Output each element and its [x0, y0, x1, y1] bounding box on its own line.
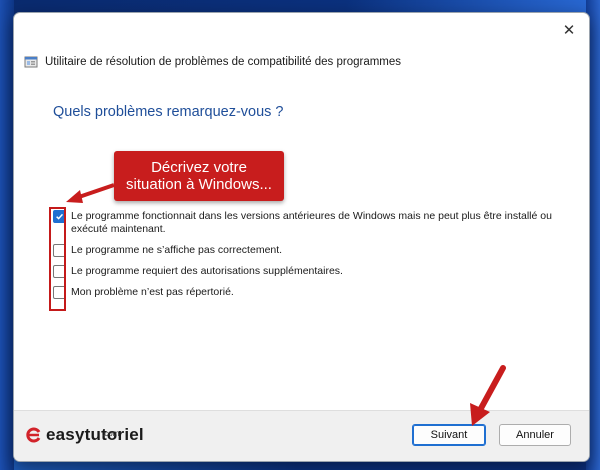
window-title: Utilitaire de résolution de problèmes de…: [45, 56, 402, 68]
easytutoriel-logo: easytutoriel: [24, 425, 144, 445]
logo-e-icon: [26, 427, 41, 443]
brand-domain: .com: [102, 429, 120, 438]
wallpaper-left: [0, 0, 14, 470]
option-label: Le programme ne s’affiche pas correcteme…: [71, 244, 283, 256]
close-button[interactable]: ✕: [555, 19, 583, 41]
brand-name: easytutoriel: [46, 425, 144, 444]
troubleshooter-app-icon: [24, 56, 38, 68]
page-heading: Quels problèmes remarquez-vous ?: [53, 104, 284, 120]
option-label: Mon problème n’est pas répertorié.: [71, 286, 234, 298]
dialog-footer: easytutoriel .com Suivant Annuler: [14, 410, 589, 461]
callout-line-1: Décrivez votre: [151, 159, 247, 176]
option-label: Le programme requiert des autorisations …: [71, 265, 343, 277]
annotation-callout: Décrivez votre situation à Windows...: [114, 151, 284, 201]
close-icon: ✕: [562, 22, 576, 39]
callout-line-2: situation à Windows...: [126, 176, 272, 193]
next-button[interactable]: Suivant: [412, 424, 486, 446]
checkbox-highlight-box: [49, 207, 66, 311]
title-row: Utilitaire de résolution de problèmes de…: [24, 55, 401, 69]
option-label: Le programme fonctionnait dans les versi…: [71, 210, 552, 235]
option-not-listed[interactable]: Mon problème n’est pas répertorié.: [53, 286, 573, 299]
option-permissions[interactable]: Le programme requiert des autorisations …: [53, 265, 573, 278]
option-display[interactable]: Le programme ne s’affiche pas correcteme…: [53, 244, 573, 257]
option-previous-windows[interactable]: Le programme fonctionnait dans les versi…: [53, 210, 573, 236]
cancel-button[interactable]: Annuler: [499, 424, 571, 446]
troubleshooter-window: ✕ Utilitaire de résolution de problèmes …: [13, 12, 590, 462]
problem-options-list: Le programme fonctionnait dans les versi…: [53, 210, 573, 307]
